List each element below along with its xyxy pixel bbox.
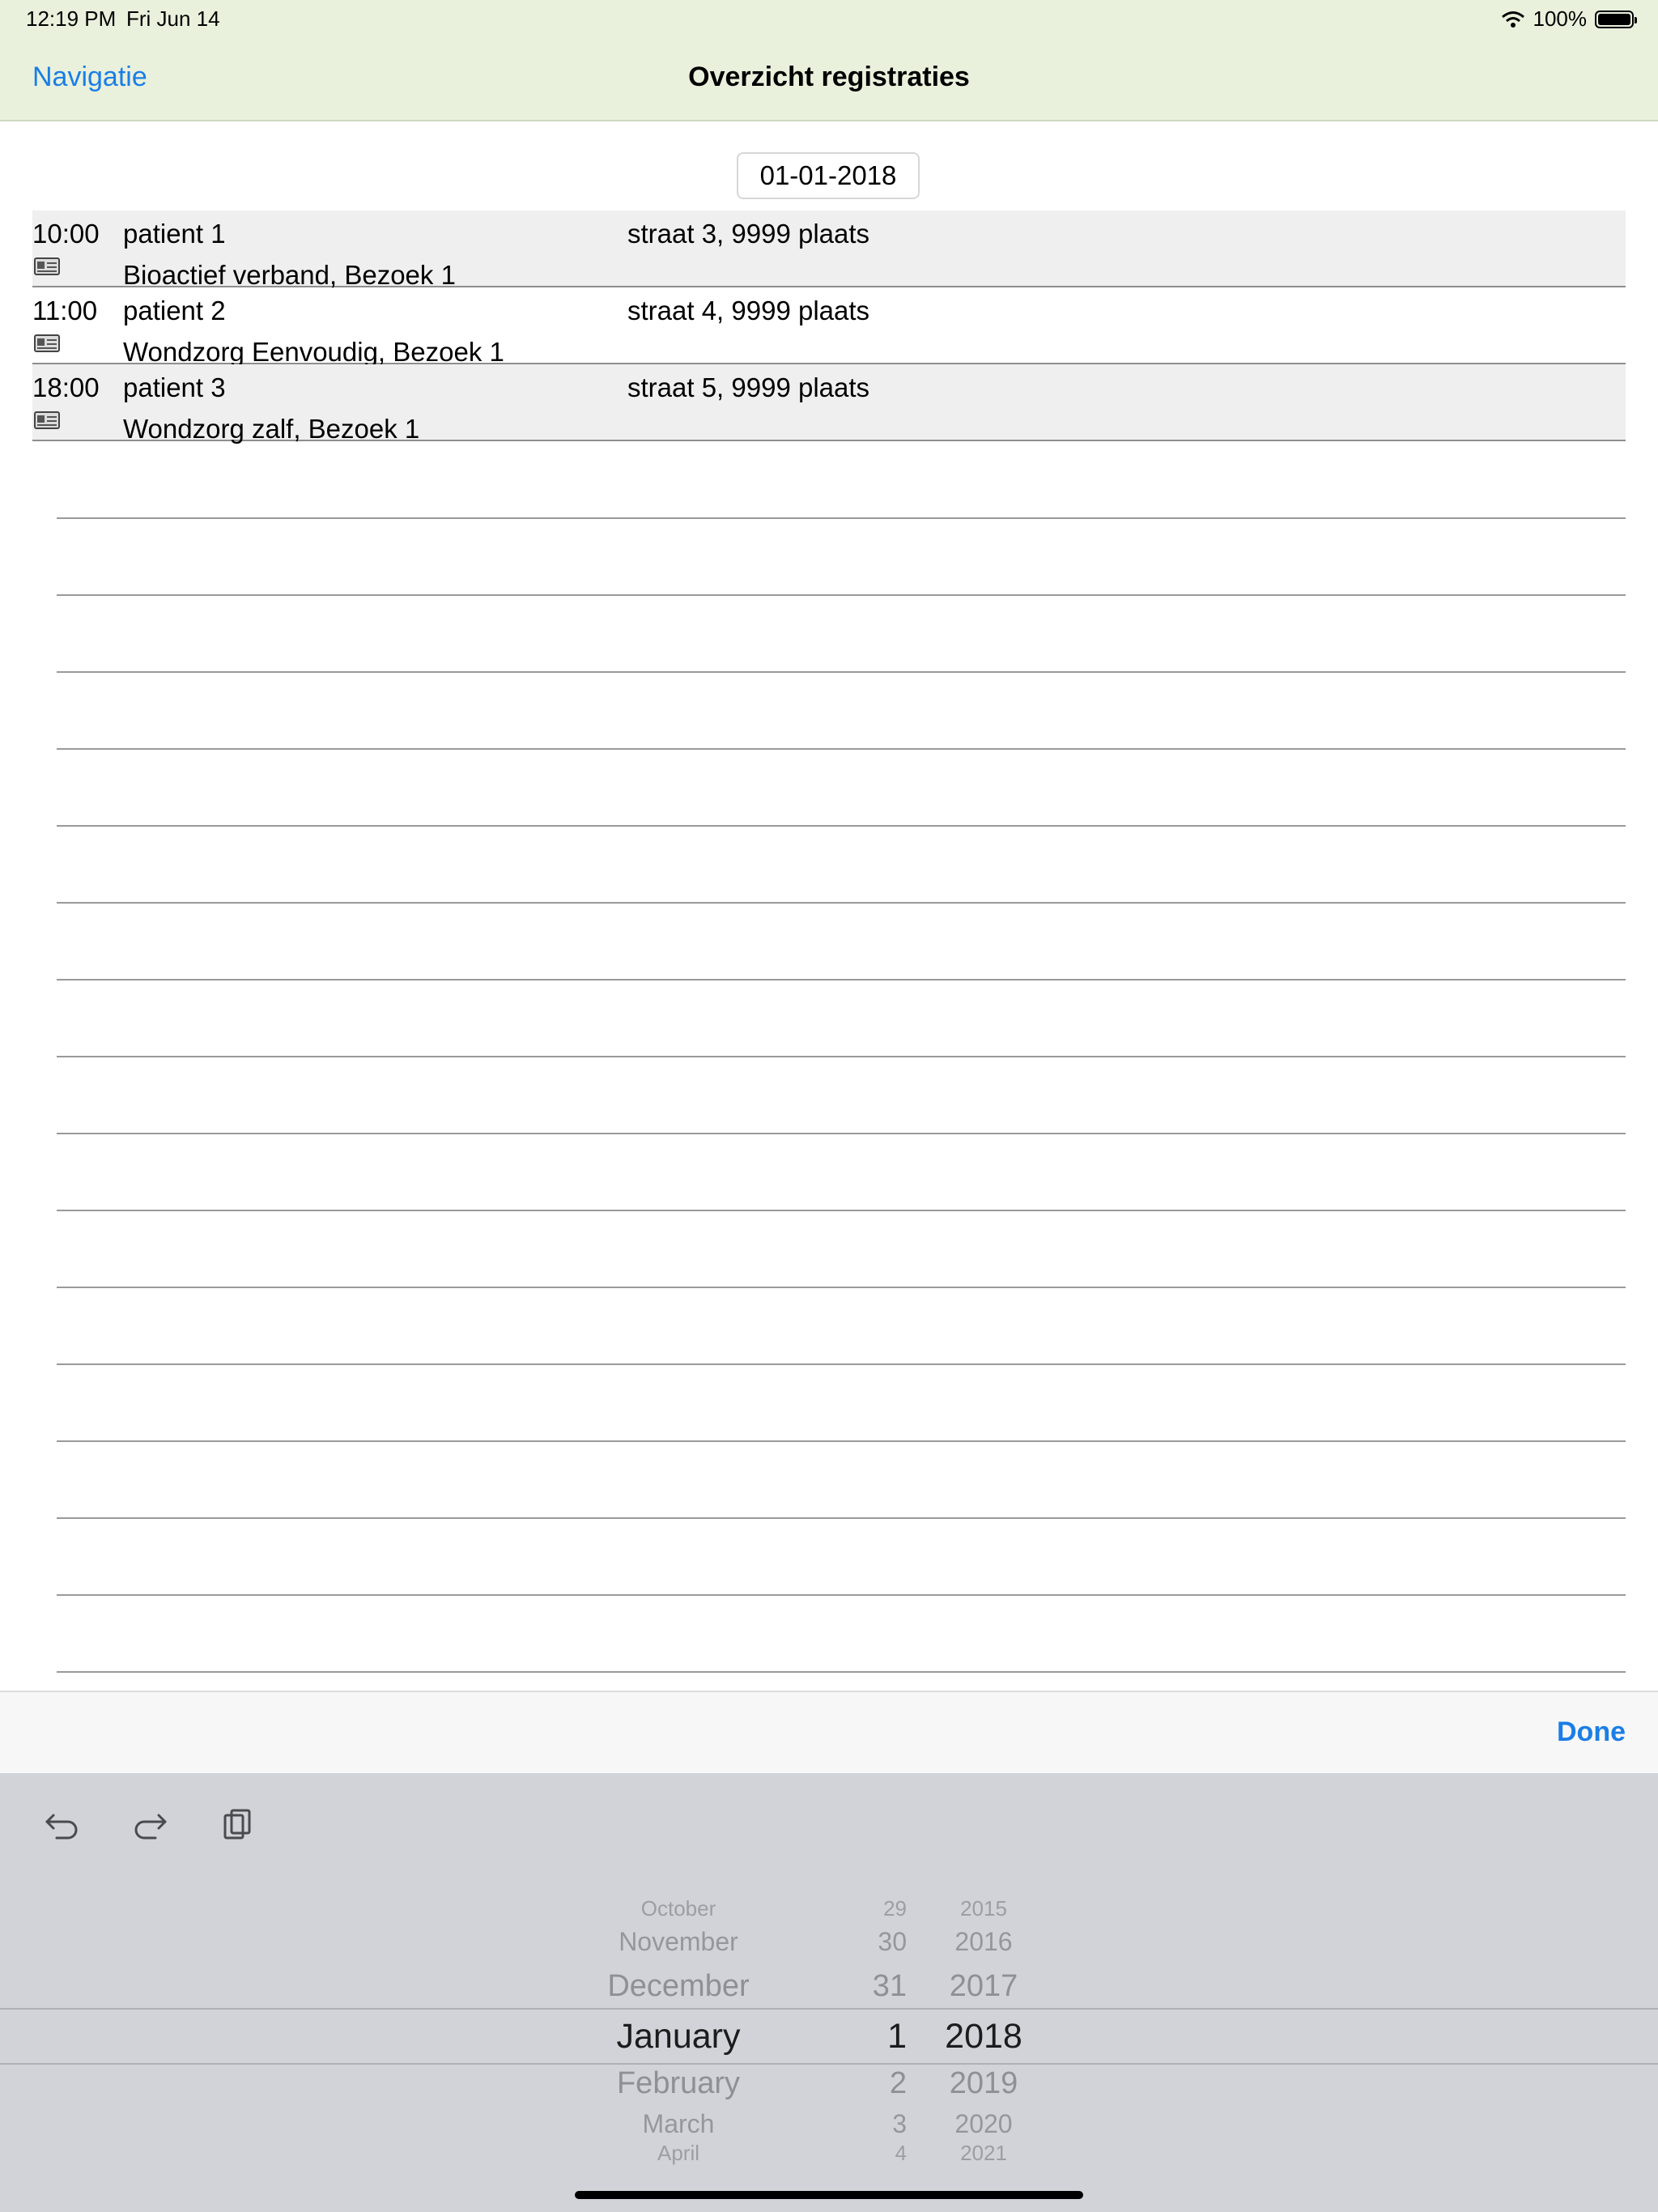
battery-percentage: 100% <box>1533 6 1588 31</box>
empty-row-divider <box>57 1671 1626 1673</box>
registration-row[interactable]: 10:00 patient 1 straat 3, 9999 plaats Bi… <box>32 211 1626 290</box>
id-card-icon <box>34 257 60 275</box>
empty-row-divider <box>57 979 1626 981</box>
picker-year-option[interactable]: 2020 <box>923 2109 1044 2139</box>
registration-description: Bioactief verband, Bezoek 1 <box>123 260 456 290</box>
registration-time: 10:00 <box>32 219 100 249</box>
date-picker-keyboard: October November December January February Ma… <box>0 1773 1658 2212</box>
redo-icon[interactable] <box>130 1804 170 1844</box>
picker-day-selected[interactable]: 1 <box>810 2017 907 2057</box>
empty-row-divider <box>57 825 1626 827</box>
registration-row[interactable]: 18:00 patient 3 straat 5, 9999 plaats Wo… <box>32 364 1626 444</box>
empty-row-divider <box>57 1056 1626 1057</box>
status-date: Fri Jun 14 <box>126 6 220 31</box>
picker-day-option[interactable]: 3 <box>810 2109 907 2139</box>
registration-description: Wondzorg zalf, Bezoek 1 <box>123 414 420 444</box>
id-card-icon <box>34 411 60 429</box>
picker-month-option[interactable]: April <box>581 2141 776 2166</box>
status-time: 12:19 PM <box>26 6 117 31</box>
registration-row[interactable]: 11:00 patient 2 straat 4, 9999 plaats Wo… <box>32 287 1626 367</box>
wifi-icon <box>1501 11 1524 28</box>
picker-month-option[interactable]: November <box>581 1927 776 1957</box>
picker-day-option[interactable]: 30 <box>810 1927 907 1957</box>
picker-year-option[interactable]: 2019 <box>923 2066 1044 2101</box>
empty-row-divider <box>57 748 1626 750</box>
picker-day-option[interactable]: 4 <box>810 2141 907 2166</box>
picker-month-option[interactable]: February <box>581 2066 776 2101</box>
navigation-bar: 12:19 PM Fri Jun 14 100% Navigatie Overz… <box>0 0 1658 121</box>
page-title: Overzicht registraties <box>688 62 970 92</box>
picker-year-option[interactable]: 2017 <box>923 1969 1044 2004</box>
picker-month-option[interactable]: December <box>581 1969 776 2004</box>
registration-time: 18:00 <box>32 372 100 402</box>
patient-name: patient 2 <box>123 296 226 325</box>
input-accessory-bar: Done <box>0 1691 1658 1773</box>
registration-description: Wondzorg Eenvoudig, Bezoek 1 <box>123 337 504 367</box>
empty-row-divider <box>57 902 1626 904</box>
picker-day-option[interactable]: 31 <box>810 1969 907 2004</box>
empty-row-divider <box>57 1440 1626 1442</box>
id-card-icon <box>34 334 60 352</box>
date-field[interactable]: 01-01-2018 <box>737 152 920 199</box>
picker-month-option[interactable]: March <box>581 2109 776 2139</box>
empty-row-divider <box>57 1594 1626 1596</box>
empty-row-divider <box>57 1287 1626 1288</box>
picker-day-option[interactable]: 29 <box>810 1896 907 1921</box>
home-indicator <box>575 2191 1083 2199</box>
empty-row-divider <box>57 671 1626 673</box>
empty-row-divider <box>57 1210 1626 1211</box>
battery-icon <box>1595 10 1637 28</box>
undo-icon[interactable] <box>42 1804 83 1844</box>
picker-year-option[interactable]: 2015 <box>923 1896 1044 1921</box>
empty-row-divider <box>57 1133 1626 1134</box>
patient-name: patient 1 <box>123 219 226 249</box>
status-indicators: 100% <box>1501 6 1637 32</box>
patient-address: straat 4, 9999 plaats <box>627 296 870 325</box>
empty-row-divider <box>57 594 1626 596</box>
paste-icon[interactable] <box>217 1804 257 1844</box>
empty-row-divider <box>57 1517 1626 1519</box>
picker-month-option[interactable]: October <box>581 1896 776 1921</box>
empty-row-divider <box>57 1363 1626 1365</box>
done-button[interactable]: Done <box>1557 1716 1626 1748</box>
picker-month-selected[interactable]: January <box>581 2017 776 2057</box>
picker-year-selected[interactable]: 2018 <box>923 2017 1044 2057</box>
picker-year-option[interactable]: 2021 <box>923 2141 1044 2166</box>
patient-address: straat 5, 9999 plaats <box>627 372 870 402</box>
registration-time: 11:00 <box>32 296 98 325</box>
picker-day-option[interactable]: 2 <box>810 2066 907 2101</box>
empty-row-divider <box>57 517 1626 519</box>
patient-name: patient 3 <box>123 372 226 402</box>
picker-year-option[interactable]: 2016 <box>923 1927 1044 1957</box>
patient-address: straat 3, 9999 plaats <box>627 219 870 249</box>
